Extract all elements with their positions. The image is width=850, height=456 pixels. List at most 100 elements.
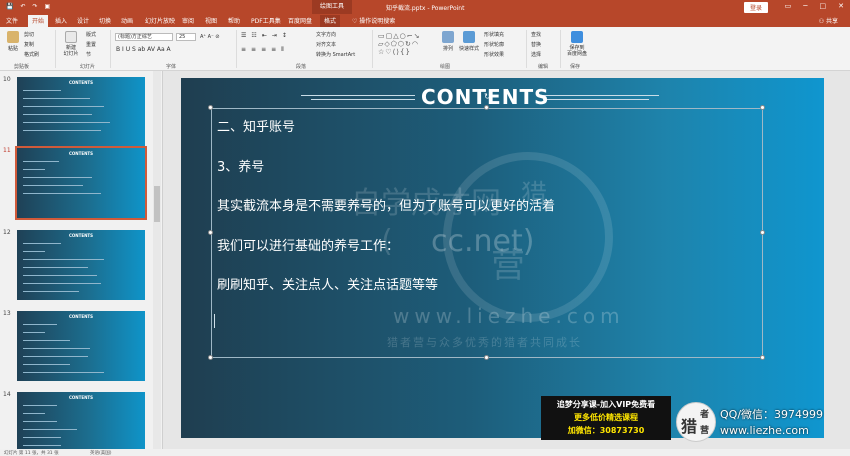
current-slide[interactable]: 自学成才网 ( cc.net) 营 猎 www.liezhe.com 猎者营与众… <box>181 78 824 438</box>
slide-thumbnail[interactable]: CONTENTS <box>17 311 145 381</box>
font-size-select[interactable]: 25 <box>176 33 196 41</box>
tab-animations[interactable]: 动画 <box>121 16 133 25</box>
new-slide-button[interactable]: 新建 幻灯片 <box>60 31 82 57</box>
thumbnail-scrollbar[interactable] <box>153 71 161 449</box>
group-separator <box>236 30 237 68</box>
share-button[interactable]: ⚇ 共享 <box>819 16 838 25</box>
resize-handle[interactable] <box>760 355 765 360</box>
thumbnail-text-line <box>23 130 101 131</box>
slide-thumbnail[interactable]: CONTENTS <box>17 77 145 147</box>
copy-button[interactable]: 复制 <box>24 41 34 48</box>
scrollbar-thumb[interactable] <box>154 186 160 222</box>
save-to-netdisk-button[interactable]: 保存到 百度网盘 <box>566 31 588 57</box>
text-direction-button[interactable]: 文字方向 <box>316 31 336 38</box>
slide-thumbnail[interactable]: CONTENTS <box>15 146 147 220</box>
login-button[interactable]: 登录 <box>743 2 768 13</box>
quick-styles-button[interactable]: 快速样式 <box>458 31 480 52</box>
shape-outline-button[interactable]: 形状轮廓 <box>484 41 504 48</box>
shape-fill-button[interactable]: 形状填充 <box>484 31 504 38</box>
rotate-handle-icon[interactable]: ↻ <box>484 92 491 101</box>
present-icon[interactable]: ▣ <box>45 3 51 10</box>
smartart-button[interactable]: 转换为 SmartArt <box>316 51 355 58</box>
find-button[interactable]: 查找 <box>531 31 541 38</box>
ribbon-display-icon[interactable]: ▭ <box>785 2 792 10</box>
thumbnail-title: CONTENTS <box>68 395 94 400</box>
tab-baidu-netdisk[interactable]: 百度网盘 <box>288 16 312 25</box>
save-to-netdisk-label: 保存到 百度网盘 <box>566 45 587 57</box>
shape-effects-button[interactable]: 形状效果 <box>484 51 504 58</box>
contextual-tools-label: 绘图工具 <box>312 0 352 14</box>
thumbnail-text-line <box>23 445 61 446</box>
content-text-box[interactable] <box>211 108 763 358</box>
bullets-icon[interactable]: ☰ <box>241 32 246 39</box>
save-icon[interactable]: 💾 <box>6 3 13 10</box>
promo-line: 更多低价精选课程 <box>574 413 638 422</box>
cut-button[interactable]: 剪切 <box>24 31 34 38</box>
resize-handle[interactable] <box>760 230 765 235</box>
tab-help[interactable]: 帮助 <box>228 16 240 25</box>
resize-handle[interactable] <box>208 230 213 235</box>
numbering-icon[interactable]: ☷ <box>251 32 256 39</box>
bullets-row[interactable]: ☰ ☷ ⇤ ⇥ ↕ <box>241 32 287 39</box>
tab-pdf-tools[interactable]: PDF工具集 <box>251 16 281 25</box>
paste-button[interactable]: 粘贴 <box>5 31 21 52</box>
tab-review[interactable]: 审阅 <box>182 16 194 25</box>
resize-handle[interactable] <box>484 355 489 360</box>
language-indicator[interactable]: 英语(美国) <box>90 450 112 456</box>
tab-design[interactable]: 设计 <box>77 16 89 25</box>
align-right-icon[interactable]: ≡ <box>261 46 266 54</box>
tab-view[interactable]: 视图 <box>205 16 217 25</box>
justify-icon[interactable]: ≡ <box>271 46 276 54</box>
undo-icon[interactable]: ↶ <box>20 3 25 10</box>
font-size-buttons[interactable]: A⁺ A⁻ ⊘ <box>200 34 220 40</box>
indent-icon[interactable]: ⇤ <box>262 32 267 39</box>
reset-button[interactable]: 重置 <box>86 41 96 48</box>
columns-icon[interactable]: ⫴ <box>281 46 284 54</box>
arrange-button[interactable]: 排列 <box>441 31 455 52</box>
align-row[interactable]: ≡ ≡ ≡ ≡ ⫴ <box>241 46 284 54</box>
tell-me-search[interactable]: ♡ 操作说明搜索 <box>352 16 395 25</box>
title-rule-left <box>311 99 415 100</box>
format-painter-button[interactable]: 格式刷 <box>24 51 39 58</box>
slide-thumbnail[interactable]: CONTENTS <box>17 230 145 300</box>
thumbnail-text-line <box>23 114 92 115</box>
resize-handle[interactable] <box>760 105 765 110</box>
quick-styles-label: 快速样式 <box>458 46 479 52</box>
slide-thumbnail[interactable]: CONTENTS <box>17 392 145 449</box>
maximize-icon[interactable]: □ <box>820 2 827 10</box>
shapes-gallery[interactable]: ▭▢△○⌐↘ ▱◇⬠⬡↻◠ ☆♡⟨⟩{} <box>378 32 436 58</box>
slide-title[interactable]: CONTENTS <box>421 85 549 109</box>
resize-handle[interactable] <box>208 105 213 110</box>
tab-insert[interactable]: 插入 <box>55 16 67 25</box>
align-center-icon[interactable]: ≡ <box>251 46 256 54</box>
select-button[interactable]: 选择 <box>531 51 541 58</box>
tab-slideshow[interactable]: 幻灯片放映 <box>145 16 175 25</box>
font-format-row[interactable]: B I U S ab AV Aa A <box>116 46 171 53</box>
tab-home[interactable]: 开始 <box>28 15 49 27</box>
arrange-label: 排列 <box>442 46 453 52</box>
thumbnail-text-line <box>23 259 104 260</box>
align-left-icon[interactable]: ≡ <box>241 46 246 54</box>
tab-transitions[interactable]: 切换 <box>99 16 111 25</box>
tab-format[interactable]: 格式 <box>320 15 341 27</box>
tab-file[interactable]: 文件 <box>6 16 18 25</box>
thumbnail-title: CONTENTS <box>68 80 94 85</box>
outdent-icon[interactable]: ⇥ <box>272 32 277 39</box>
replace-button[interactable]: 替换 <box>531 41 541 48</box>
thumbnail-text-line <box>23 437 61 438</box>
align-text-button[interactable]: 对齐文本 <box>316 41 336 48</box>
resize-handle[interactable] <box>484 105 489 110</box>
close-icon[interactable]: ✕ <box>838 2 844 10</box>
resize-handle[interactable] <box>208 355 213 360</box>
layout-button[interactable]: 版式 <box>86 31 96 38</box>
line-spacing-icon[interactable]: ↕ <box>282 32 287 39</box>
redo-icon[interactable]: ↷ <box>33 3 38 10</box>
thumbnail-text-line <box>23 98 90 99</box>
font-name-select[interactable]: (标题)方正综艺 <box>115 33 173 41</box>
minimize-icon[interactable]: ─ <box>803 2 807 10</box>
group-separator <box>55 30 56 68</box>
group-separator <box>372 30 373 68</box>
section-button[interactable]: 节 <box>86 51 91 58</box>
title-rule-right <box>543 95 659 96</box>
thumbnail-text-line <box>23 122 110 123</box>
